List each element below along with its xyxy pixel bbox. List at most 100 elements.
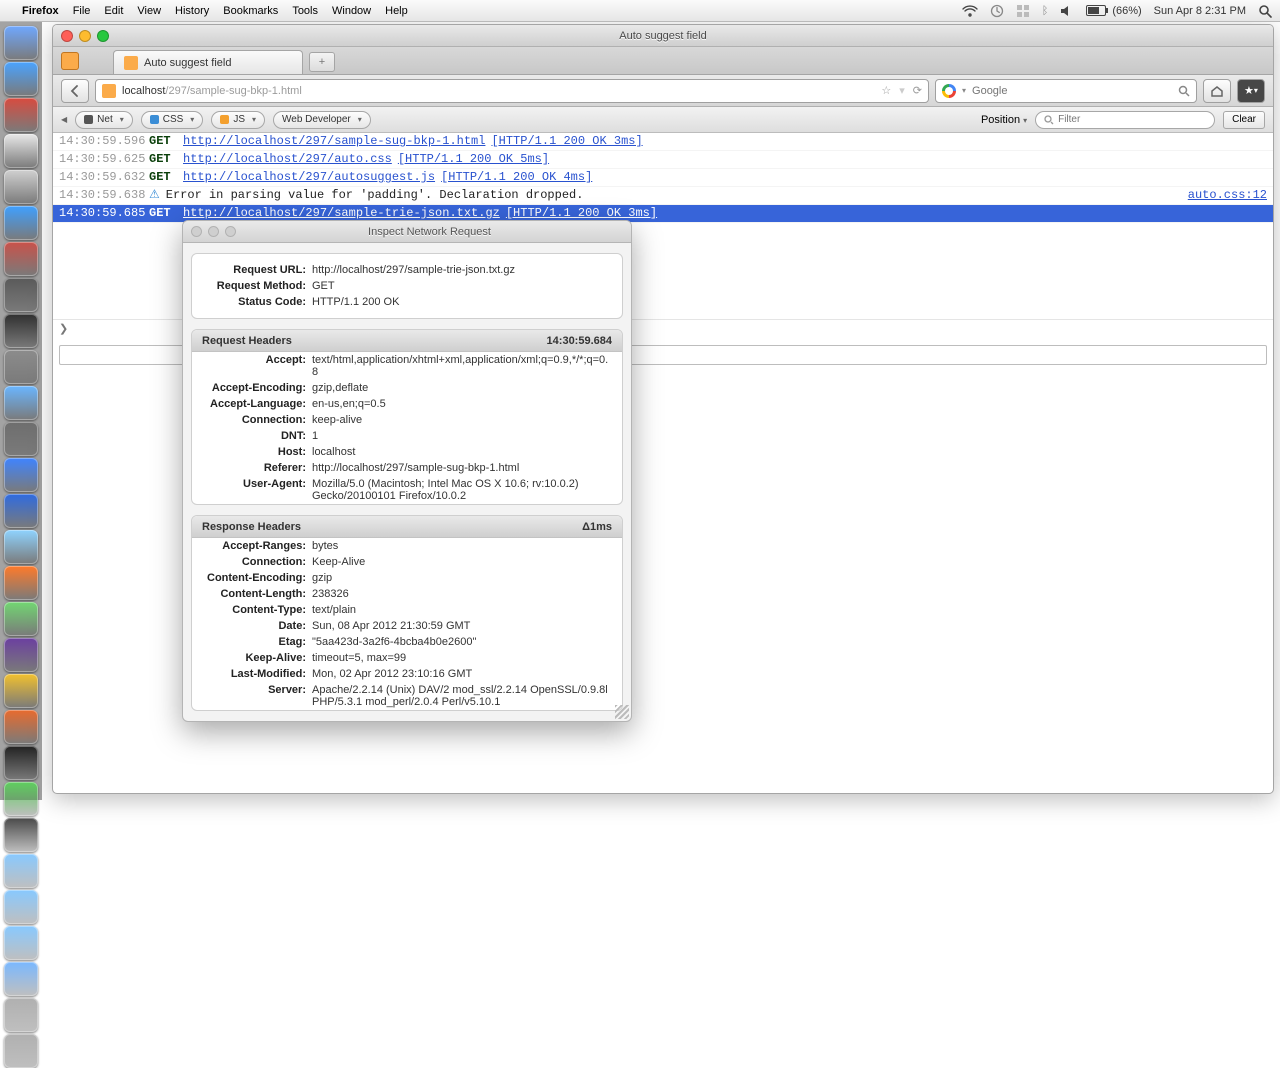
google-icon (942, 84, 956, 98)
menu-help[interactable]: Help (385, 5, 408, 17)
dock-app-icon[interactable] (4, 26, 38, 60)
menu-edit[interactable]: Edit (104, 5, 123, 17)
menu-window[interactable]: Window (332, 5, 371, 17)
dock-app-icon[interactable] (4, 386, 38, 420)
wifi-icon[interactable] (962, 5, 978, 17)
filter-box[interactable] (1035, 111, 1215, 129)
header-key: Request Method: (202, 280, 312, 292)
home-button[interactable] (1203, 79, 1231, 103)
log-row[interactable]: 14:30:59.625GEThttp://localhost/297/auto… (53, 151, 1273, 169)
filter-input[interactable] (1058, 114, 1206, 125)
log-url-link[interactable]: http://localhost/297/sample-sug-bkp-1.ht… (183, 133, 485, 150)
resize-handle-icon[interactable] (615, 705, 629, 719)
header-key: User-Agent: (202, 478, 312, 502)
dock-app-icon[interactable] (4, 494, 38, 528)
log-row[interactable]: 14:30:59.638⚠Error in parsing value for … (53, 187, 1273, 205)
dock-app-icon[interactable] (4, 278, 38, 312)
dock-app-icon[interactable] (4, 890, 38, 924)
app-name[interactable]: Firefox (22, 5, 59, 17)
dock-app-icon[interactable] (4, 782, 38, 816)
header-row: Request Method:GET (192, 278, 622, 294)
header-row: User-Agent:Mozilla/5.0 (Macintosh; Intel… (192, 476, 622, 504)
search-submit-icon[interactable] (1178, 85, 1190, 97)
clear-button[interactable]: Clear (1223, 111, 1265, 129)
bluetooth-icon[interactable]: ᛒ (1042, 5, 1049, 17)
dock-app-icon[interactable] (4, 350, 38, 384)
dock-app-icon[interactable] (4, 674, 38, 708)
panel-minimize-icon[interactable] (208, 226, 219, 237)
browser-tab[interactable]: Auto suggest field (113, 50, 303, 74)
net-panel-toggle[interactable]: Net (75, 111, 133, 129)
grid-icon[interactable] (1016, 4, 1030, 18)
dock-app-icon[interactable] (4, 206, 38, 240)
close-icon[interactable] (61, 30, 73, 42)
position-menu[interactable]: Position (981, 114, 1027, 126)
menu-file[interactable]: File (73, 5, 91, 17)
timemachine-icon[interactable] (990, 4, 1004, 18)
chevron-left-icon[interactable]: ◀ (61, 115, 67, 124)
header-row: Accept:text/html,application/xhtml+xml,a… (192, 352, 622, 380)
dock-app-icon[interactable] (4, 170, 38, 204)
dock-app-icon[interactable] (4, 854, 38, 888)
log-url-link[interactable]: http://localhost/297/auto.css (183, 151, 392, 168)
dock-app-icon[interactable] (4, 1034, 38, 1068)
log-url-link[interactable]: http://localhost/297/autosuggest.js (183, 169, 435, 186)
panel-zoom-icon[interactable] (225, 226, 236, 237)
zoom-icon[interactable] (97, 30, 109, 42)
dock-app-icon[interactable] (4, 746, 38, 780)
spotlight-icon[interactable] (1258, 4, 1272, 18)
dock-app-icon[interactable] (4, 962, 38, 996)
panel-close-icon[interactable] (191, 226, 202, 237)
dock-app-icon[interactable] (4, 638, 38, 672)
header-value: keep-alive (312, 414, 612, 426)
menubar-clock[interactable]: Sun Apr 8 2:31 PM (1154, 5, 1246, 17)
log-row[interactable]: 14:30:59.596GEThttp://localhost/297/samp… (53, 133, 1273, 151)
dock-app-icon[interactable] (4, 62, 38, 96)
window-titlebar[interactable]: Auto suggest field (53, 25, 1273, 47)
new-tab-button[interactable]: + (309, 52, 335, 72)
bookmarks-button[interactable]: ★▾ (1237, 79, 1265, 103)
volume-icon[interactable] (1060, 5, 1074, 17)
log-source-link[interactable]: auto.css:12 (1188, 187, 1267, 204)
menu-history[interactable]: History (175, 5, 209, 17)
dock-app-icon[interactable] (4, 314, 38, 348)
xampp-icon[interactable] (61, 52, 79, 70)
search-box[interactable]: ▾ (935, 79, 1197, 103)
webdev-panel-toggle[interactable]: Web Developer (273, 111, 371, 129)
css-panel-toggle[interactable]: CSS (141, 111, 204, 129)
header-value: bytes (312, 540, 612, 552)
menu-tools[interactable]: Tools (292, 5, 318, 17)
js-panel-toggle[interactable]: JS (211, 111, 265, 129)
menu-view[interactable]: View (137, 5, 161, 17)
bookmark-star-icon[interactable]: ☆ (881, 84, 891, 97)
dock-app-icon[interactable] (4, 998, 38, 1032)
dock-app-icon[interactable] (4, 710, 38, 744)
header-value: Mozilla/5.0 (Macintosh; Intel Mac OS X 1… (312, 478, 612, 502)
header-row: Etag:"5aa423d-3a2f6-4bcba4b0e2600" (192, 634, 622, 650)
header-value: en-us,en;q=0.5 (312, 398, 612, 410)
dock-app-icon[interactable] (4, 602, 38, 636)
traffic-lights[interactable] (61, 30, 109, 42)
header-row: Keep-Alive:timeout=5, max=99 (192, 650, 622, 666)
dock-app-icon[interactable] (4, 242, 38, 276)
dock-app-icon[interactable] (4, 98, 38, 132)
dock-app-icon[interactable] (4, 530, 38, 564)
panel-titlebar[interactable]: Inspect Network Request (183, 221, 631, 243)
search-input[interactable] (972, 85, 1172, 97)
url-bar[interactable]: localhost/297/sample-sug-bkp-1.html ☆ ▾ … (95, 79, 929, 103)
back-button[interactable] (61, 79, 89, 103)
dock-app-icon[interactable] (4, 566, 38, 600)
menu-bookmarks[interactable]: Bookmarks (223, 5, 278, 17)
dock-app-icon[interactable] (4, 458, 38, 492)
battery-icon[interactable]: (66%) (1086, 5, 1141, 17)
url-favicon-icon (102, 84, 116, 98)
dock-app-icon[interactable] (4, 422, 38, 456)
minimize-icon[interactable] (79, 30, 91, 42)
log-row[interactable]: 14:30:59.632GEThttp://localhost/297/auto… (53, 169, 1273, 187)
header-key: Connection: (202, 556, 312, 568)
header-key: Status Code: (202, 296, 312, 308)
reload-icon[interactable]: ⟳ (913, 84, 922, 97)
dock-app-icon[interactable] (4, 134, 38, 168)
dock-app-icon[interactable] (4, 818, 38, 852)
dock-app-icon[interactable] (4, 926, 38, 960)
